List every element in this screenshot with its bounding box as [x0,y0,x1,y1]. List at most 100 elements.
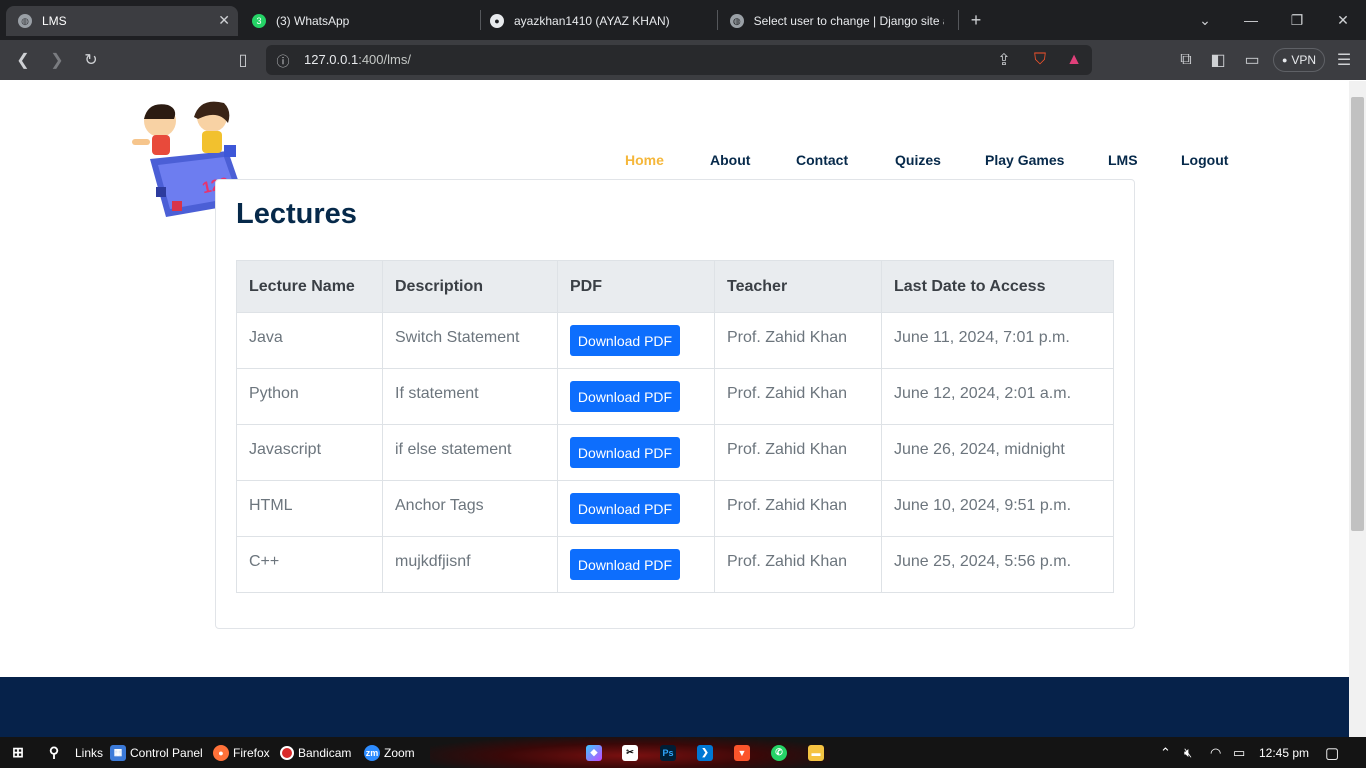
nav-quizes[interactable]: Quizes [895,152,941,168]
photoshop-app[interactable]: Ps [660,737,676,768]
nav-lms[interactable]: LMS [1108,152,1138,168]
copilot-app[interactable]: ◆ [586,737,602,768]
page-footer [0,677,1349,737]
last-date: June 11, 2024, 7:01 p.m. [894,328,1070,346]
tab-title: ayazkhan1410 (AYAZ KHAN) [514,14,670,28]
volume-button[interactable]: 🔇︎ [1184,737,1192,768]
firefox-link[interactable]: ● Firefox [213,737,270,768]
download-pdf-button[interactable]: Download PDF [570,437,680,468]
zoom-icon: zm [364,744,380,761]
lecture-name-cell: Javascript [236,424,383,481]
sidebar-icon[interactable]: ◧ [1206,48,1230,72]
search-icon: ⚲ [48,744,60,760]
url-host: 127.0.0.1 [304,52,359,67]
table-header-row: Lecture Name Description PDF Teacher Las… [236,260,1114,313]
nav-contact[interactable]: Contact [796,152,848,168]
menu-icon[interactable]: ☰ [1332,48,1356,72]
whatsapp-app[interactable]: ✆ [771,737,787,768]
wallet-icon[interactable]: ▭ [1240,48,1264,72]
capcut-icon: ✂ [622,744,638,761]
bookmark-icon[interactable]: ▯ [231,48,255,72]
start-button[interactable]: ⊞ [10,737,26,768]
zoom-link[interactable]: zm Zoom [364,737,415,768]
network-button[interactable]: ◠ [1210,737,1221,768]
tab-search-icon[interactable]: ⌄ [1182,0,1228,40]
share-icon[interactable]: ⇪ [992,48,1016,72]
table-row: Java Switch Statement Download PDF Prof.… [236,312,1114,369]
show-hidden-icons[interactable]: ⌃ [1160,737,1171,768]
close-tab-icon[interactable]: ✕ [218,12,230,29]
tab-whatsapp[interactable]: 3 (3) WhatsApp [240,6,466,36]
battery-button[interactable]: ▭ [1233,737,1245,768]
lecture-name: Java [249,328,283,346]
last-date: June 26, 2024, midnight [894,440,1065,458]
download-pdf-button[interactable]: Download PDF [570,381,680,412]
github-icon: ● [490,14,504,28]
brave-rewards-icon[interactable]: ▲ [1062,48,1086,72]
description-cell: Switch Statement [382,312,558,369]
restore-icon[interactable]: ❐ [1274,0,1320,40]
url-path: :400/lms/ [358,52,411,67]
teacher-cell: Prof. Zahid Khan [714,536,882,593]
pdf-cell: Download PDF [557,368,715,425]
download-pdf-button[interactable]: Download PDF [570,549,680,580]
last-date: June 25, 2024, 5:56 p.m. [894,552,1072,570]
nav-about[interactable]: About [710,152,750,168]
brave-app[interactable]: ▼ [734,737,750,768]
close-window-icon[interactable]: ✕ [1320,0,1366,40]
extensions-icon[interactable]: ⧉ [1174,48,1198,72]
links-toolbar[interactable]: Links [75,737,103,768]
tab-lms[interactable]: ◍ LMS ✕ [6,6,238,36]
control-panel-label: Control Panel [130,745,203,760]
date-cell: June 25, 2024, 5:56 p.m. [881,536,1114,593]
teacher-name: Prof. Zahid Khan [727,328,848,346]
new-tab-button[interactable]: + [953,0,999,40]
web-page: 123 Home About Contact Quizes Play Games… [0,81,1349,737]
brave-shields-icon[interactable]: ⛉ [1028,48,1052,72]
last-date: June 12, 2024, 2:01 a.m. [894,384,1072,402]
download-pdf-button[interactable]: Download PDF [570,493,680,524]
date-cell: June 12, 2024, 2:01 a.m. [881,368,1114,425]
lectures-table: Lecture Name Description PDF Teacher Las… [236,260,1114,593]
lecture-name-cell: C++ [236,536,383,593]
download-pdf-button[interactable]: Download PDF [570,325,680,356]
lecture-description: if else statement [395,440,512,458]
pdf-cell: Download PDF [557,536,715,593]
table-row: C++ mujkdfjisnf Download PDF Prof. Zahid… [236,536,1114,593]
bandicam-link[interactable]: Bandicam [280,737,351,768]
capcut-app[interactable]: ✂ [622,737,638,768]
description-cell: if else statement [382,424,558,481]
control-panel-link[interactable]: ▦ Control Panel [110,737,203,768]
nav-logout[interactable]: Logout [1181,152,1228,168]
tab-title: (3) WhatsApp [276,14,350,28]
clock[interactable]: 12:45 pm [1259,737,1309,768]
vscode-app[interactable]: ❯ [697,737,713,768]
lecture-name-cell: HTML [236,480,383,537]
scrollbar-thumb[interactable] [1351,97,1364,531]
firefox-icon: ● [213,744,229,761]
nav-home[interactable]: Home [625,152,664,168]
vpn-button[interactable]: ● VPN [1273,48,1325,72]
browser-tab-strip: ◍ LMS ✕ 3 (3) WhatsApp ● ayazkhan1410 (A… [0,0,1366,40]
nav-play-games[interactable]: Play Games [985,152,1064,168]
lecture-name: Python [249,384,299,402]
file-explorer-app[interactable]: ▬ [808,737,824,768]
site-info-icon[interactable]: ⓘ [271,48,295,72]
lecture-name: HTML [249,496,293,514]
tab-github[interactable]: ● ayazkhan1410 (AYAZ KHAN) [478,6,710,36]
url-text[interactable]: 127.0.0.1:400/lms/ [304,52,411,67]
notifications-button[interactable]: ▢ [1325,737,1339,768]
tab-django[interactable]: ◍ Select user to change | Django site a [718,6,956,36]
forward-icon[interactable]: ❯ [45,48,69,72]
chevron-up-icon: ⌃ [1160,744,1171,760]
bandicam-label: Bandicam [298,745,352,760]
search-button[interactable]: ⚲ [46,737,62,768]
back-icon[interactable]: ❮ [11,48,35,72]
reload-icon[interactable]: ↻ [79,48,103,72]
minimize-icon[interactable]: — [1228,0,1274,40]
description-cell: If statement [382,368,558,425]
vpn-status-icon: ● [1281,55,1288,65]
lecture-description: If statement [395,384,479,402]
teacher-cell: Prof. Zahid Khan [714,480,882,537]
teacher-name: Prof. Zahid Khan [727,384,848,402]
